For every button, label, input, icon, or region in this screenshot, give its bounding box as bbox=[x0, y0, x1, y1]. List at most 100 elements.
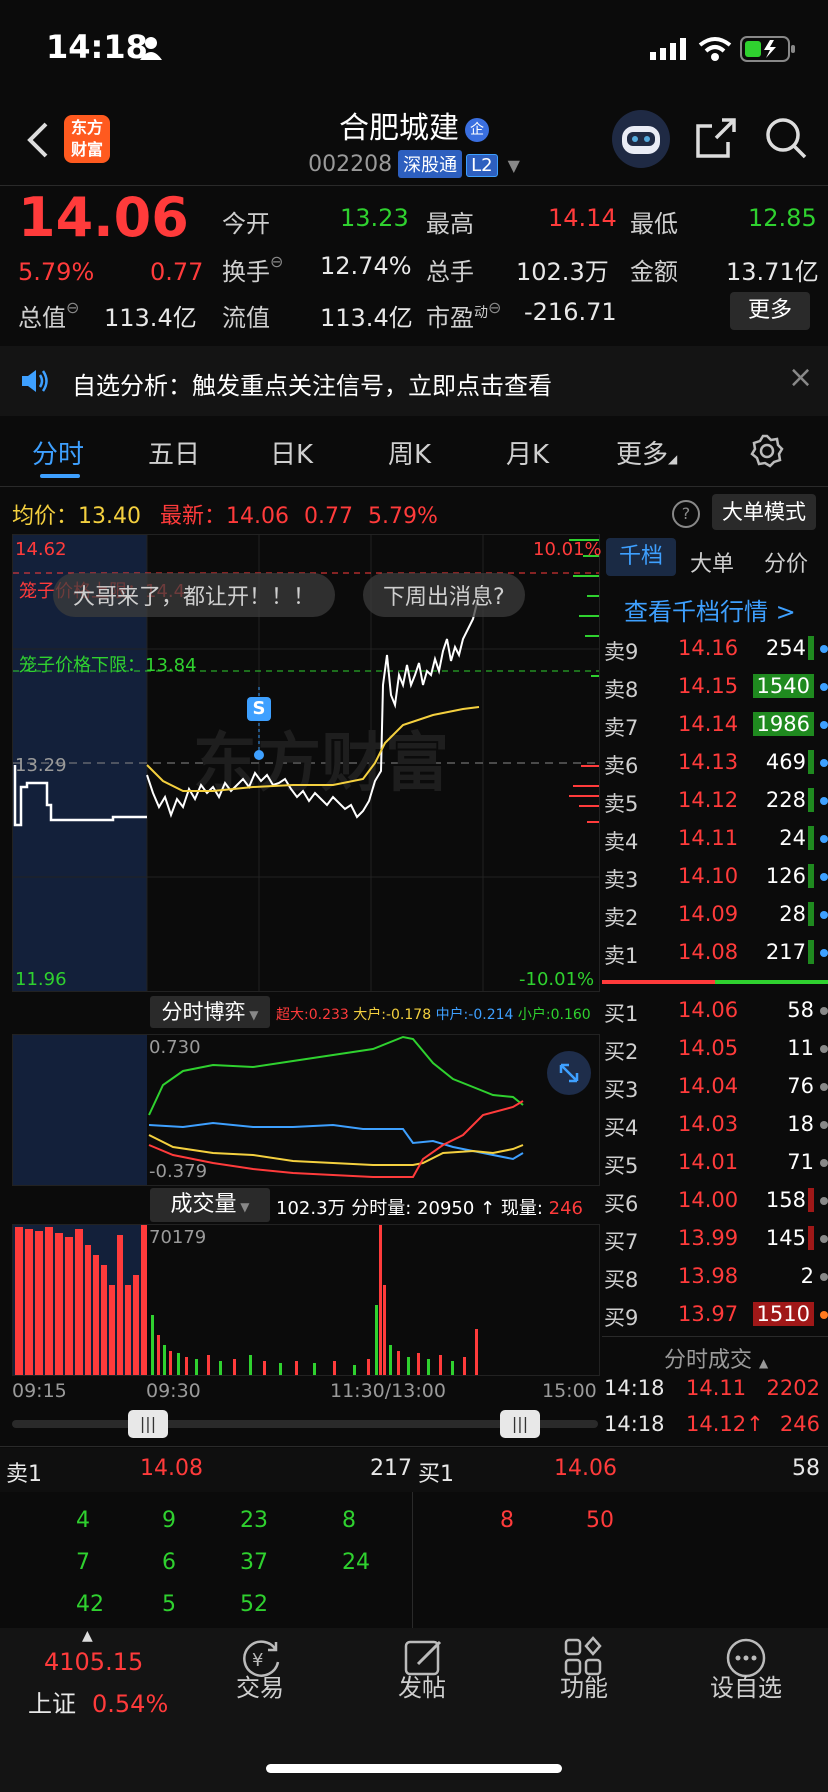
tab-day-k[interactable]: 日K bbox=[270, 434, 313, 471]
level-volume: 28 bbox=[779, 902, 814, 926]
tab-week-k[interactable]: 周K bbox=[388, 434, 431, 471]
buy-queue-cell: 8 bbox=[500, 1508, 514, 1533]
bid-row[interactable]: 买8 13.98 2 bbox=[602, 1258, 828, 1296]
mid-line bbox=[148, 1121, 524, 1161]
gear-icon[interactable] bbox=[750, 434, 784, 468]
danmaku-pill-2[interactable]: 下周出消息? bbox=[363, 573, 525, 617]
volume-info: 102.3万 分时量: 20950 ↑ 现量: 246 bbox=[276, 1198, 583, 1219]
level-name: 卖9 bbox=[604, 640, 639, 664]
tab-price-split[interactable]: 分价 bbox=[764, 546, 808, 578]
level-price: 14.15 bbox=[678, 674, 739, 698]
mktcap-label[interactable]: 总值⊖ bbox=[18, 298, 79, 333]
high-label: 最高 bbox=[426, 210, 474, 238]
level-dot-icon bbox=[820, 1007, 828, 1015]
expand-up-icon[interactable]: ▲ bbox=[82, 1628, 93, 1644]
volume-selector[interactable]: 成交量 ▼ bbox=[150, 1188, 270, 1222]
level-dot-icon bbox=[820, 1045, 828, 1053]
pct-axis-top: 10.01% bbox=[533, 539, 602, 560]
tab-month-k[interactable]: 月K bbox=[506, 434, 549, 471]
notice-bar[interactable]: 自选分析：触发重点关注信号，立即点击查看 × bbox=[0, 346, 828, 416]
tab-more[interactable]: 更多◢ bbox=[616, 434, 677, 471]
pe-label[interactable]: 市盈动⊖ bbox=[426, 298, 501, 333]
current-volume: 246 bbox=[548, 1198, 583, 1219]
level-price: 14.05 bbox=[678, 1036, 739, 1060]
level-price: 14.14 bbox=[678, 712, 739, 736]
wifi-icon bbox=[698, 37, 732, 61]
ask-row[interactable]: 卖9 14.16 254 bbox=[602, 630, 828, 668]
intraday-chart[interactable]: 东方财富 14.62 10.01% 13.29 11.96 -10.01% 笼子… bbox=[12, 534, 602, 992]
legend-big: 大户:-0.178 bbox=[353, 1007, 432, 1023]
stock-name: 合肥城建 bbox=[339, 111, 459, 146]
tab-five-day[interactable]: 五日 bbox=[148, 434, 200, 471]
help-icon[interactable]: ? bbox=[672, 500, 700, 528]
bid-row[interactable]: 买1 14.06 58 bbox=[602, 992, 828, 1030]
tab-big-order[interactable]: 大单 bbox=[690, 546, 734, 578]
ask-row[interactable]: 卖3 14.10 126 bbox=[602, 858, 828, 896]
tab-thousand-level[interactable]: 千档 bbox=[606, 538, 676, 576]
amount-label: 金额 bbox=[630, 258, 678, 286]
ask-row[interactable]: 卖5 14.12 228 bbox=[602, 782, 828, 820]
bid-row[interactable]: 买3 14.04 76 bbox=[602, 1068, 828, 1106]
range-handle-right[interactable]: ||| bbox=[500, 1410, 540, 1438]
level-price: 13.97 bbox=[678, 1302, 739, 1326]
level-name: 卖6 bbox=[604, 754, 639, 778]
ask-row[interactable]: 卖1 14.08 217 bbox=[602, 934, 828, 972]
time-label-0930: 09:30 bbox=[146, 1380, 201, 1402]
index-row[interactable]: 上证 0.54% bbox=[28, 1684, 168, 1719]
ask-row[interactable]: 卖4 14.11 24 bbox=[602, 820, 828, 858]
range-handle-left[interactable]: ||| bbox=[128, 1410, 168, 1438]
bid-row[interactable]: 买9 13.97 1510 bbox=[602, 1296, 828, 1334]
ask-row[interactable]: 卖8 14.15 1540 bbox=[602, 668, 828, 706]
bid-row[interactable]: 买2 14.05 11 bbox=[602, 1030, 828, 1068]
level-price: 13.98 bbox=[678, 1264, 739, 1288]
ask-row[interactable]: 卖2 14.09 28 bbox=[602, 896, 828, 934]
nav-trade[interactable]: 交易 bbox=[200, 1668, 320, 1703]
ask-row[interactable]: 卖6 14.13 469 bbox=[602, 744, 828, 782]
home-indicator[interactable] bbox=[266, 1764, 562, 1773]
share-icon[interactable] bbox=[694, 116, 738, 160]
float-label: 流值 bbox=[222, 304, 270, 332]
ask-row[interactable]: 卖7 14.14 1986 bbox=[602, 706, 828, 744]
bid-row[interactable]: 买7 13.99 145 bbox=[602, 1220, 828, 1258]
bobo-panel[interactable]: 0.730 -0.379 bbox=[12, 1034, 600, 1186]
search-icon[interactable] bbox=[764, 116, 808, 160]
change-pct: 5.79% bbox=[18, 258, 95, 286]
level-name: 买8 bbox=[604, 1268, 639, 1292]
expand-icon[interactable] bbox=[547, 1051, 591, 1095]
tab-intraday[interactable]: 分时 bbox=[32, 434, 84, 471]
thousand-level-link[interactable]: 查看千档行情 > bbox=[624, 592, 796, 627]
sell1-label: 卖1 bbox=[6, 1462, 42, 1487]
big-order-mode-button[interactable]: 大单模式 bbox=[712, 494, 816, 530]
turnover-label[interactable]: 换手⊖ bbox=[222, 252, 283, 287]
level-dot-icon bbox=[820, 1159, 828, 1167]
index-value[interactable]: 4105.15 bbox=[44, 1648, 143, 1676]
sell-queue-cell: 8 bbox=[342, 1508, 356, 1533]
level-price: 14.06 bbox=[678, 998, 739, 1022]
more-button[interactable]: 更多 bbox=[730, 292, 810, 330]
low-value: 12.85 bbox=[748, 204, 817, 232]
close-icon[interactable]: × bbox=[788, 360, 813, 395]
robot-avatar-icon[interactable] bbox=[612, 110, 670, 168]
bid-row[interactable]: 买6 14.00 158 bbox=[602, 1182, 828, 1220]
level-volume: 217 bbox=[766, 940, 814, 964]
level-price: 14.13 bbox=[678, 750, 739, 774]
sell1-price: 14.08 bbox=[140, 1456, 203, 1481]
level-volume: 145 bbox=[766, 1226, 814, 1250]
nav-function[interactable]: 功能 bbox=[524, 1668, 644, 1703]
nav-add-watchlist[interactable]: 设自选 bbox=[686, 1668, 806, 1703]
level-volume: 469 bbox=[766, 750, 814, 774]
level-price: 14.11 bbox=[678, 826, 739, 850]
trades-title[interactable]: 分时成交 ▲ bbox=[664, 1342, 768, 1374]
level-volume: 2 bbox=[800, 1264, 814, 1288]
nav-post[interactable]: 发帖 bbox=[362, 1668, 482, 1703]
s-marker[interactable]: S bbox=[247, 697, 271, 721]
bobo-selector[interactable]: 分时博弈 ▼ bbox=[150, 996, 270, 1028]
sell-queue-cell: 6 bbox=[162, 1550, 176, 1575]
bid-row[interactable]: 买4 14.03 18 bbox=[602, 1106, 828, 1144]
volume-panel[interactable]: 70179 bbox=[12, 1224, 600, 1376]
bid-row[interactable]: 买5 14.01 71 bbox=[602, 1144, 828, 1182]
buy1-label: 买1 bbox=[418, 1462, 454, 1487]
danmaku-pill-1[interactable]: 大哥来了，都让开！！！ bbox=[53, 573, 336, 617]
pe-value: -216.71 bbox=[524, 298, 617, 326]
level-name: 卖8 bbox=[604, 678, 639, 702]
